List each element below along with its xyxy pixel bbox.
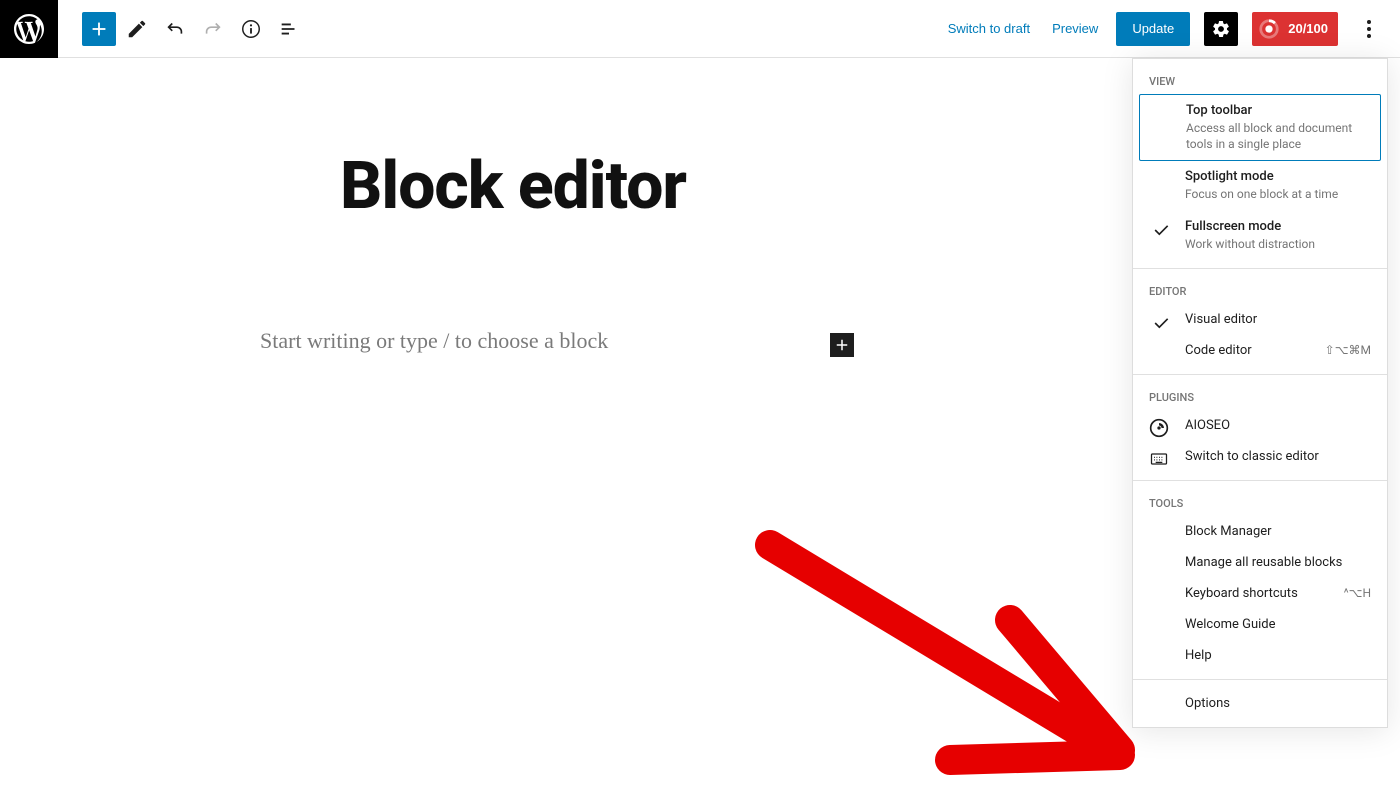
list-icon: [278, 18, 300, 40]
menu-label: Help: [1185, 648, 1212, 663]
gear-icon: [1211, 19, 1231, 39]
menu-label: Options: [1185, 696, 1230, 711]
redo-button[interactable]: [196, 12, 230, 46]
kebab-icon: [1367, 20, 1371, 38]
plus-icon: [88, 18, 110, 40]
section-heading: Tools: [1133, 489, 1387, 516]
menu-label: Fullscreen mode: [1185, 219, 1371, 234]
menu-label: Manage all reusable blocks: [1185, 555, 1342, 570]
seo-score-label: 20/100: [1288, 21, 1328, 36]
tools-button[interactable]: [120, 12, 154, 46]
seo-donut-icon: [1258, 18, 1280, 40]
menu-help[interactable]: Help: [1133, 640, 1387, 671]
section-heading: View: [1133, 67, 1387, 94]
post-title[interactable]: Block editor: [340, 148, 686, 225]
menu-label: Code editor: [1185, 343, 1252, 358]
outline-button[interactable]: [272, 12, 306, 46]
menu-label: Top toolbar: [1186, 103, 1364, 118]
dropdown-section-editor: Editor Visual editor Code editor ⇧⌥⌘M: [1133, 269, 1387, 375]
menu-label: Switch to classic editor: [1185, 449, 1319, 464]
update-button[interactable]: Update: [1116, 12, 1190, 46]
check-icon: [1151, 220, 1171, 240]
section-heading: Plugins: [1133, 383, 1387, 410]
menu-label: Visual editor: [1185, 312, 1257, 327]
wordpress-icon: [11, 11, 47, 47]
menu-welcome-guide[interactable]: Welcome Guide: [1133, 609, 1387, 640]
menu-reusable-blocks[interactable]: Manage all reusable blocks: [1133, 547, 1387, 578]
check-icon: [1151, 313, 1171, 333]
aioseo-icon: [1149, 418, 1169, 438]
menu-block-manager[interactable]: Block Manager: [1133, 516, 1387, 547]
undo-button[interactable]: [158, 12, 192, 46]
toolbar-left: [82, 12, 306, 46]
section-heading: Editor: [1133, 277, 1387, 304]
menu-label: Welcome Guide: [1185, 617, 1276, 632]
switch-to-draft-button[interactable]: Switch to draft: [944, 15, 1034, 42]
shortcut-label: ^⌥H: [1344, 586, 1371, 600]
dropdown-section-options: Options: [1133, 680, 1387, 727]
keyboard-icon: [1149, 449, 1169, 469]
menu-keyboard-shortcuts[interactable]: Keyboard shortcuts ^⌥H: [1133, 578, 1387, 609]
menu-spotlight-mode[interactable]: Spotlight mode Focus on one block at a t…: [1133, 161, 1387, 210]
menu-label: Block Manager: [1185, 524, 1272, 539]
menu-label: Spotlight mode: [1185, 169, 1371, 184]
dropdown-section-tools: Tools Block Manager Manage all reusable …: [1133, 481, 1387, 680]
options-dropdown: View Top toolbar Access all block and do…: [1132, 58, 1388, 728]
seo-score-button[interactable]: 20/100: [1252, 12, 1338, 46]
top-toolbar: Switch to draft Preview Update 20/100: [0, 0, 1400, 58]
preview-button[interactable]: Preview: [1048, 15, 1102, 42]
menu-label: AIOSEO: [1185, 418, 1230, 433]
menu-desc: Work without distraction: [1185, 236, 1371, 252]
menu-desc: Access all block and document tools in a…: [1186, 120, 1364, 152]
pencil-icon: [126, 18, 148, 40]
toolbar-right: Switch to draft Preview Update 20/100: [944, 0, 1400, 57]
menu-desc: Focus on one block at a time: [1185, 186, 1371, 202]
details-button[interactable]: [234, 12, 268, 46]
options-menu-button[interactable]: [1352, 0, 1386, 58]
empty-block-placeholder[interactable]: Start writing or type / to choose a bloc…: [260, 328, 608, 354]
menu-fullscreen-mode[interactable]: Fullscreen mode Work without distraction: [1133, 211, 1387, 260]
menu-aioseo[interactable]: AIOSEO: [1133, 410, 1387, 441]
dropdown-section-plugins: Plugins AIOSEO Switch to classic editor: [1133, 375, 1387, 481]
shortcut-label: ⇧⌥⌘M: [1325, 343, 1371, 357]
plus-icon: [833, 336, 851, 354]
add-block-button[interactable]: [82, 12, 116, 46]
dropdown-section-view: View Top toolbar Access all block and do…: [1133, 59, 1387, 269]
menu-code-editor[interactable]: Code editor ⇧⌥⌘M: [1133, 335, 1387, 366]
undo-icon: [164, 18, 186, 40]
settings-button[interactable]: [1204, 12, 1238, 46]
redo-icon: [202, 18, 224, 40]
inline-inserter-button[interactable]: [830, 333, 854, 357]
menu-top-toolbar[interactable]: Top toolbar Access all block and documen…: [1139, 94, 1381, 161]
menu-label: Keyboard shortcuts: [1185, 586, 1298, 601]
menu-switch-classic[interactable]: Switch to classic editor: [1133, 441, 1387, 472]
menu-options[interactable]: Options: [1133, 688, 1387, 719]
wp-logo[interactable]: [0, 0, 58, 58]
menu-visual-editor[interactable]: Visual editor: [1133, 304, 1387, 335]
info-icon: [240, 18, 262, 40]
